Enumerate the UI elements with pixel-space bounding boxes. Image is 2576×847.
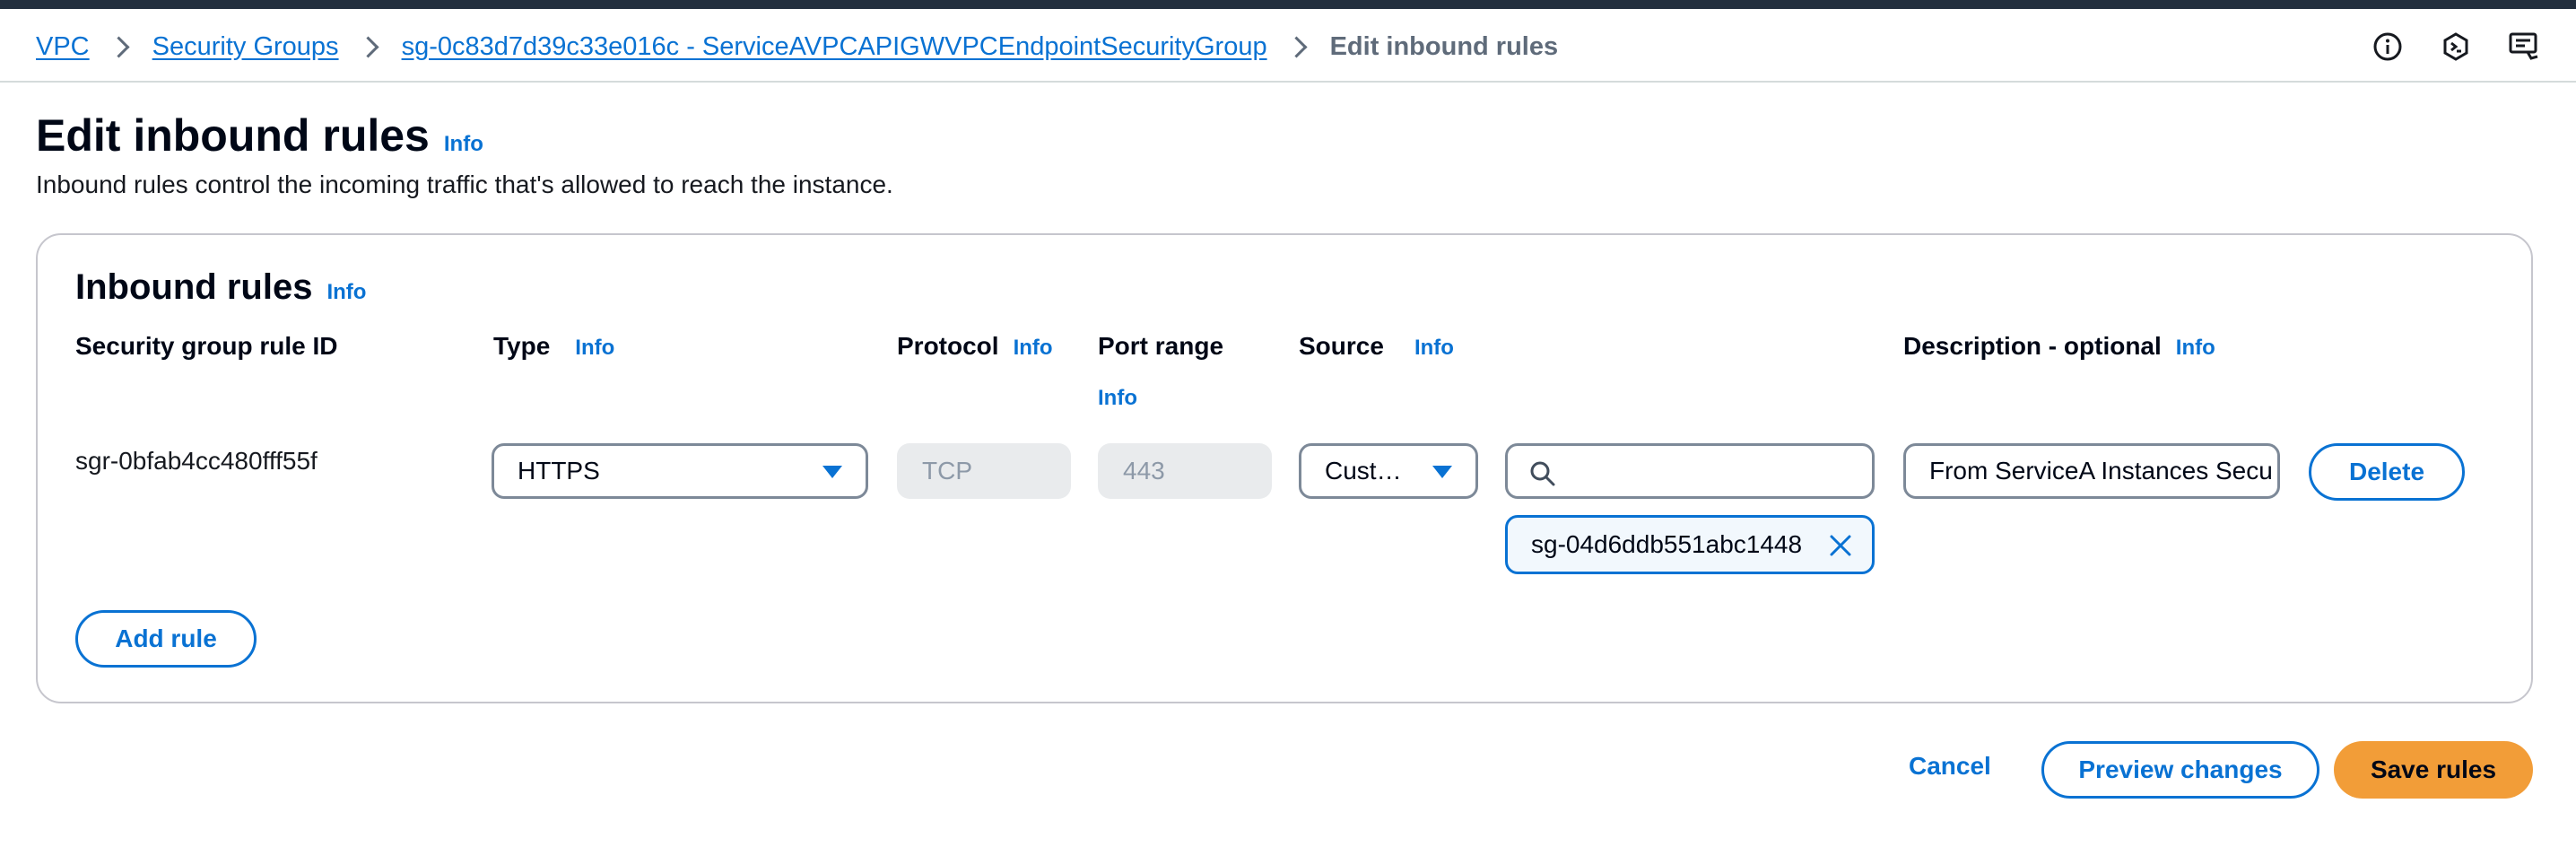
column-header-source: Source Info bbox=[1299, 332, 1454, 361]
page-title: Edit inbound rules Info bbox=[36, 109, 483, 162]
column-header-rule-id: Security group rule ID bbox=[75, 332, 338, 361]
rule-id: sgr-0bfab4cc480fff55f bbox=[75, 447, 318, 475]
description-value: From ServiceA Instances Secu bbox=[1929, 457, 2273, 485]
panel-title-text: Inbound rules bbox=[75, 267, 313, 307]
save-rules-button[interactable]: Save rules bbox=[2334, 741, 2533, 799]
panel-info-link[interactable]: Info bbox=[326, 280, 366, 305]
caret-down-icon bbox=[1432, 466, 1452, 478]
type-select[interactable]: HTTPS bbox=[492, 443, 868, 499]
page-description: Inbound rules control the incoming traff… bbox=[36, 170, 893, 198]
port-range-value: 443 bbox=[1123, 457, 1165, 485]
chevron-right-icon bbox=[1289, 39, 1305, 55]
protocol-info-link[interactable]: Info bbox=[1014, 336, 1053, 361]
inbound-rules-panel: Inbound rules Info Security group rule I… bbox=[36, 233, 2533, 703]
cloudshell-hexagon-icon[interactable] bbox=[2440, 31, 2472, 63]
protocol-field: TCP bbox=[897, 443, 1071, 499]
column-header-description-label: Description - optional bbox=[1903, 332, 2162, 360]
info-circle-icon[interactable] bbox=[2371, 31, 2404, 63]
source-info-link[interactable]: Info bbox=[1414, 336, 1454, 361]
column-header-port-range-label: Port range bbox=[1098, 332, 1224, 360]
column-header-rule-id-label: Security group rule ID bbox=[75, 332, 338, 360]
panel-title: Inbound rules Info bbox=[75, 267, 366, 308]
source-token-label: sg-04d6ddb551abc1448 bbox=[1531, 530, 1803, 558]
breadcrumb-bar: VPC Security Groups sg-0c83d7d39c33e016c… bbox=[0, 9, 2576, 83]
type-info-link[interactable]: Info bbox=[575, 336, 614, 361]
description-info-link[interactable]: Info bbox=[2176, 336, 2215, 361]
breadcrumb-security-group-link[interactable]: sg-0c83d7d39c33e016c - ServiceAVPCAPIGWV… bbox=[402, 32, 1267, 62]
close-icon[interactable] bbox=[1827, 532, 1854, 565]
column-header-source-label: Source bbox=[1299, 332, 1384, 360]
delete-rule-button[interactable]: Delete bbox=[2309, 443, 2465, 501]
page-info-link[interactable]: Info bbox=[444, 132, 483, 157]
add-rule-button[interactable]: Add rule bbox=[75, 610, 257, 668]
source-token: sg-04d6ddb551abc1448 bbox=[1505, 515, 1875, 574]
port-range-field: 443 bbox=[1098, 443, 1272, 499]
page-title-text: Edit inbound rules bbox=[36, 110, 430, 161]
cancel-button[interactable]: Cancel bbox=[1909, 752, 1991, 781]
column-header-type: Type Info bbox=[493, 332, 614, 361]
column-header-description: Description - optional Info bbox=[1903, 332, 2215, 361]
utility-toolbar bbox=[2371, 29, 2540, 65]
protocol-value: TCP bbox=[922, 457, 972, 485]
top-bar bbox=[0, 0, 2576, 9]
column-header-protocol: Protocol Info bbox=[897, 332, 1053, 361]
type-select-value: HTTPS bbox=[518, 457, 600, 485]
chevron-right-icon bbox=[111, 39, 127, 55]
column-header-type-label: Type bbox=[493, 332, 551, 360]
chevron-right-icon bbox=[361, 39, 377, 55]
source-type-select[interactable]: Cust… bbox=[1299, 443, 1478, 499]
caret-down-icon bbox=[822, 466, 842, 478]
search-icon bbox=[1529, 460, 1556, 492]
preview-changes-button[interactable]: Preview changes bbox=[2041, 741, 2319, 799]
breadcrumb-security-groups-link[interactable]: Security Groups bbox=[152, 32, 339, 62]
feedback-icon[interactable] bbox=[2508, 31, 2540, 63]
breadcrumb: VPC Security Groups sg-0c83d7d39c33e016c… bbox=[36, 29, 1558, 65]
source-type-value: Cust… bbox=[1325, 457, 1402, 485]
column-header-port-range: Port range bbox=[1098, 332, 1223, 361]
source-search-input[interactable] bbox=[1505, 443, 1875, 499]
breadcrumb-vpc-link[interactable]: VPC bbox=[36, 32, 90, 62]
description-input[interactable]: From ServiceA Instances Secu bbox=[1903, 443, 2280, 499]
breadcrumb-current: Edit inbound rules bbox=[1329, 31, 1559, 61]
port-range-info-link[interactable]: Info bbox=[1098, 386, 1137, 411]
column-header-protocol-label: Protocol bbox=[897, 332, 999, 360]
